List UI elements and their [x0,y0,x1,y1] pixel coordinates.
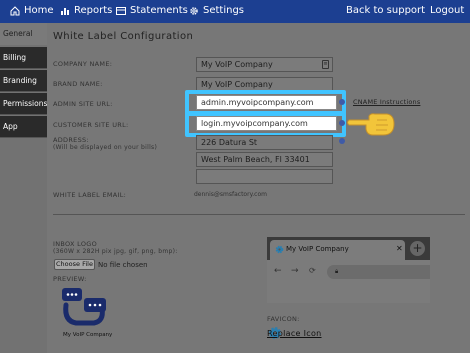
home-icon [10,5,20,15]
address-label: ADDRESS: [53,136,89,144]
company-name-label: COMPANY NAME: [53,60,113,68]
bar-chart-icon [61,7,69,15]
voip-logo-icon [62,288,106,326]
address-line-2-value: West Palm Beach, Fl 33401 [201,155,310,164]
browser-tab-strip: My VoIP Company ✕ + [267,237,430,260]
customer-url-value: login.myvoipcompany.com [201,119,308,128]
address-sublabel: (Will be displayed on your bills) [53,144,158,151]
reload-icon: ⟳ [309,266,316,275]
address-line-1-value: 226 Datura St [201,138,258,147]
info-icon[interactable] [339,138,345,144]
email-value: dennis@smsfactory.com [194,191,267,198]
sidebar-item-label: Branding [3,76,37,85]
sidebar-item-app[interactable]: App [0,116,47,138]
forward-arrow-icon: → [291,266,299,276]
nav-statements-label: Statements [130,5,188,16]
admin-url-label: ADMIN SITE URL: [53,100,113,108]
nav-settings[interactable]: Settings [189,5,244,16]
nav-home[interactable]: Home [10,5,54,16]
section-divider [53,214,465,215]
email-label: WHITE LABEL EMAIL: [53,191,127,199]
favicon-gear-icon [275,245,284,254]
white-label-panel: White Label Configuration COMPANY NAME: … [47,23,470,353]
sidebar-item-label: Permissions [3,99,48,108]
sidebar-item-branding[interactable]: Branding [0,70,47,92]
logout-link[interactable]: Logout [430,5,464,16]
new-tab-icon: + [410,241,425,256]
inbox-logo-hint: (360W x 282H pix jpg, gif, png, bmp): [53,248,178,255]
back-to-support-link[interactable]: Back to support [346,5,425,16]
sidebar-item-label: App [3,122,18,131]
logout-label: Logout [430,5,465,16]
back-to-support-label: Back to support [346,5,426,16]
statement-icon [116,6,126,15]
admin-url-field[interactable]: admin.myvoipcompany.com [196,95,337,110]
nav-settings-label: Settings [203,5,245,16]
nav-home-label: Home [24,5,54,16]
favicon-label: FAVICON: [267,315,300,323]
brand-name-label: BRAND NAME: [53,80,103,88]
cname-instructions-link[interactable]: CNAME Instructions [353,98,420,106]
browser-toolbar: ← → ⟳ 🔒︎ [267,260,430,303]
page-title: White Label Configuration [53,31,194,42]
sidebar-item-label: Billing [3,53,26,62]
no-file-text: No file chosen [98,261,148,269]
nav-statements[interactable]: Statements [116,5,188,16]
info-icon[interactable] [339,99,345,105]
nav-reports-label: Reports [74,5,113,16]
browser-tab: My VoIP Company ✕ [270,240,405,260]
inbox-logo-label: INBOX LOGO [53,240,98,248]
sidebar-item-billing[interactable]: Billing [0,47,47,69]
company-name-value: My VoIP Company [201,60,273,69]
gear-icon [190,6,198,15]
company-name-field[interactable]: My VoIP Company ≡ [196,57,333,72]
nav-reports[interactable]: Reports [60,5,112,16]
sidebar-item-permissions[interactable]: Permissions [0,93,47,115]
choose-file-button[interactable]: Choose File [54,259,95,270]
address-line-1-field[interactable]: 226 Datura St [196,135,333,150]
sidebar-item-general[interactable]: General [0,23,47,45]
browser-preview: My VoIP Company ✕ + ← → ⟳ 🔒︎ [267,237,430,303]
logo-caption: My VoIP Company [63,332,113,338]
contact-card-icon: ≡ [322,60,329,69]
sidebar-item-label: General [3,29,33,38]
lock-icon: 🔒︎ [335,268,339,275]
close-icon: ✕ [396,244,403,253]
info-icon[interactable] [339,120,345,126]
back-arrow-icon: ← [274,266,282,276]
brand-name-value: My VoIP Company [201,80,273,89]
admin-url-value: admin.myvoipcompany.com [201,98,314,107]
top-nav-bar: Home Reports Statements Settings Back to… [0,0,470,23]
settings-sidebar: General Billing Branding Permissions App [0,23,47,353]
customer-url-label: CUSTOMER SITE URL: [53,121,129,129]
pointing-hand-icon [347,113,395,136]
address-line-3-field[interactable] [196,169,333,184]
browser-tab-title: My VoIP Company [286,245,349,253]
browser-address-bar: 🔒︎ [327,265,430,279]
customer-url-field[interactable]: login.myvoipcompany.com [196,116,337,131]
replace-icon-link[interactable]: Replace Icon [267,329,322,338]
preview-label: PREVIEW: [53,275,87,283]
address-line-2-field[interactable]: West Palm Beach, Fl 33401 [196,152,333,167]
